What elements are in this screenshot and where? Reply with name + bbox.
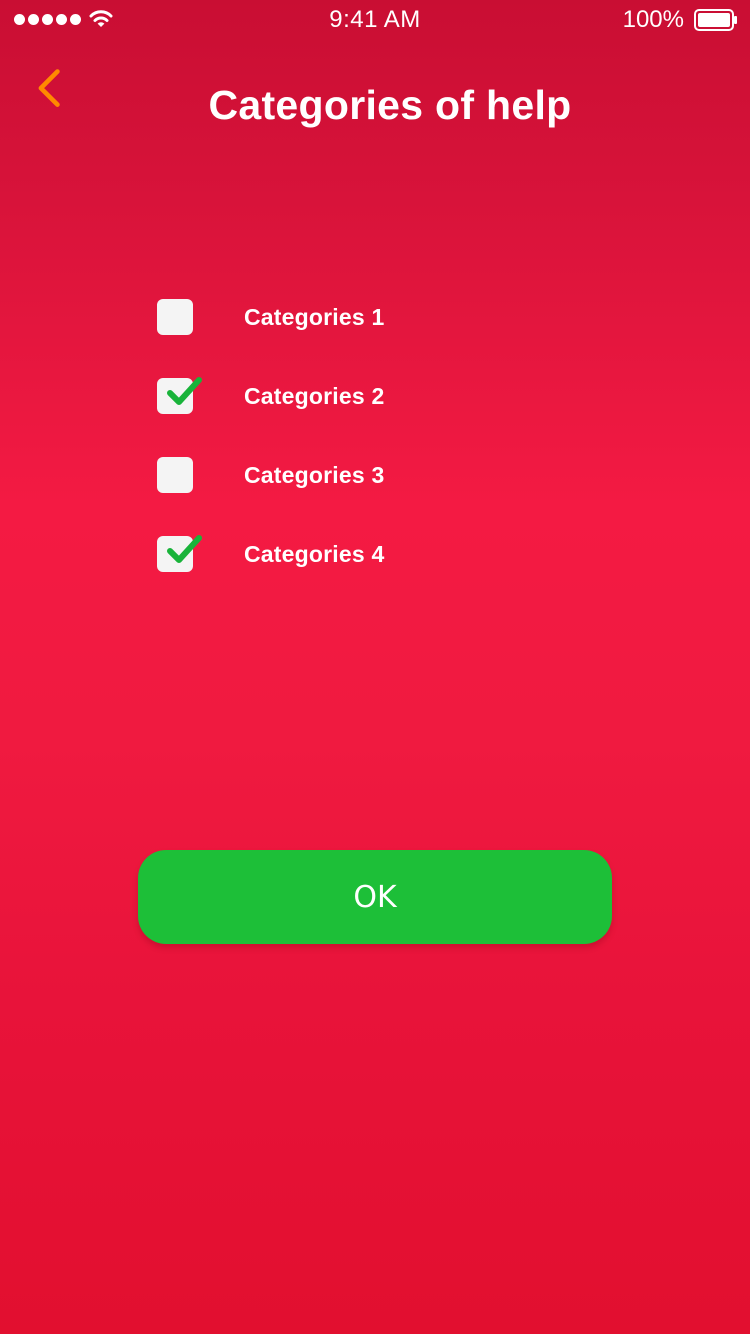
category-item-2[interactable]: Categories 2: [157, 377, 384, 415]
category-item-4[interactable]: Categories 4: [157, 535, 384, 573]
category-list: Categories 1 Categories 2 Categories 3 C…: [157, 298, 384, 614]
checkmark-icon: [167, 377, 202, 405]
ok-button[interactable]: OK: [138, 850, 612, 944]
category-label: Categories 1: [244, 303, 385, 330]
category-checkbox-3[interactable]: [157, 457, 193, 493]
category-label: Categories 2: [244, 382, 385, 409]
page-title: Categories of help: [208, 82, 572, 128]
category-checkbox-1[interactable]: [157, 299, 193, 335]
battery-percent: 100%: [622, 6, 684, 33]
category-item-1[interactable]: Categories 1: [157, 298, 384, 336]
battery-full-icon: [694, 9, 737, 31]
checkmark-icon: [167, 535, 202, 563]
category-checkbox-2[interactable]: [157, 377, 202, 414]
category-label: Categories 4: [244, 540, 385, 567]
status-bar: 9:41 AM 100%: [0, 0, 750, 40]
category-item-3[interactable]: Categories 3: [157, 456, 384, 494]
category-checkbox-4[interactable]: [157, 535, 202, 572]
category-label: Categories 3: [244, 461, 385, 488]
